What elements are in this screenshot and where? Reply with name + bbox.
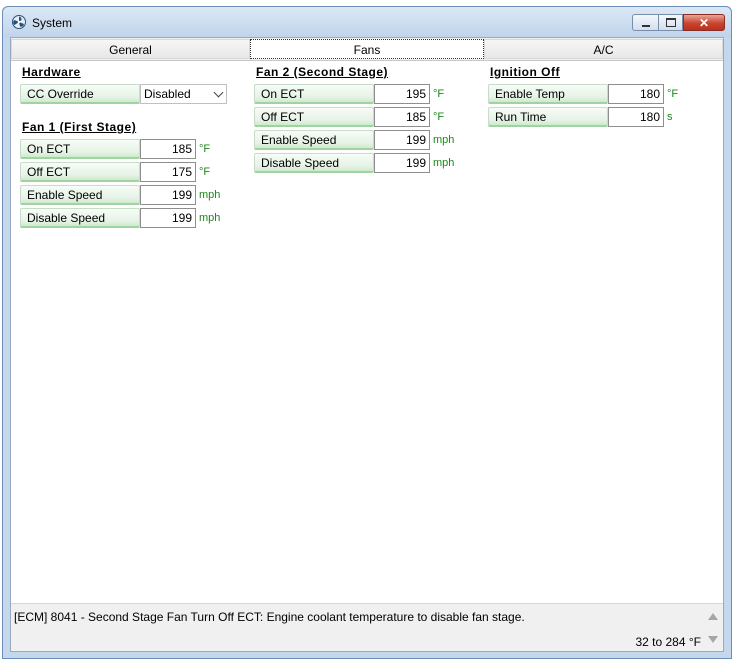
ignition-run-time-unit: s [667, 111, 673, 123]
fan1-enable-speed-unit: mph [199, 189, 221, 201]
ignition-run-time-row: Run Time 180 s [488, 107, 688, 127]
fan2-on-ect-row: On ECT 195 °F [254, 84, 464, 104]
window-title: System [32, 16, 73, 30]
fan1-disable-speed-row: Disable Speed 199 mph [20, 208, 230, 228]
cc-override-value: Disabled [144, 87, 191, 101]
ignition-enable-temp-row: Enable Temp 180 °F [488, 84, 688, 104]
fan1-enable-speed-row: Enable Speed 199 mph [20, 185, 230, 205]
fan2-off-ect-label: Off ECT [254, 107, 374, 127]
fan2-enable-speed-label: Enable Speed [254, 130, 374, 150]
ignition-enable-temp-unit: °F [667, 88, 679, 100]
client-area: General Fans A/C Hardware CC Override Di… [10, 37, 724, 652]
fan1-on-ect-unit: °F [199, 143, 211, 155]
cc-override-row: CC Override Disabled [20, 84, 227, 104]
fan1-off-ect-row: Off ECT 175 °F [20, 162, 230, 182]
fan1-heading: Fan 1 (First Stage) [22, 120, 137, 134]
cc-override-label: CC Override [20, 84, 140, 104]
ignition-run-time-label: Run Time [488, 107, 608, 127]
fan1-off-ect-unit: °F [199, 166, 211, 178]
fan1-disable-speed-input[interactable]: 199 [140, 208, 196, 228]
system-window: System ✕ General Fans A/C Hardware CC Ov… [2, 6, 732, 659]
fan2-off-ect-row: Off ECT 185 °F [254, 107, 464, 127]
fan2-off-ect-input[interactable]: 185 [374, 107, 430, 127]
ignition-off-heading: Ignition Off [490, 65, 560, 79]
minimize-icon [641, 24, 650, 27]
fan1-off-ect-input[interactable]: 175 [140, 162, 196, 182]
fan2-enable-speed-row: Enable Speed 199 mph [254, 130, 464, 150]
parameter-range: 32 to 284 °F [635, 635, 701, 649]
fan2-on-ect-input[interactable]: 195 [374, 84, 430, 104]
chevron-down-icon [213, 87, 224, 98]
description-panel: [ECM] 8041 - Second Stage Fan Turn Off E… [11, 603, 723, 651]
cc-override-dropdown[interactable]: Disabled [140, 84, 227, 104]
fan2-disable-speed-unit: mph [433, 157, 455, 169]
fan1-on-ect-label: On ECT [20, 139, 140, 159]
tab-fans[interactable]: Fans [250, 39, 484, 59]
ignition-run-time-input[interactable]: 180 [608, 107, 664, 127]
close-button[interactable]: ✕ [683, 14, 725, 31]
fan2-on-ect-label: On ECT [254, 84, 374, 104]
fan-icon [12, 15, 26, 29]
parameter-description: [ECM] 8041 - Second Stage Fan Turn Off E… [14, 610, 525, 624]
fan1-off-ect-label: Off ECT [20, 162, 140, 182]
scroll-down-icon[interactable] [708, 636, 718, 643]
fan2-heading: Fan 2 (Second Stage) [256, 65, 389, 79]
fan2-disable-speed-row: Disable Speed 199 mph [254, 153, 464, 173]
scroll-up-icon[interactable] [708, 613, 718, 620]
ignition-enable-temp-input[interactable]: 180 [608, 84, 664, 104]
fan2-disable-speed-label: Disable Speed [254, 153, 374, 173]
fan1-on-ect-row: On ECT 185 °F [20, 139, 230, 159]
minimize-button[interactable] [632, 14, 658, 31]
fan2-enable-speed-input[interactable]: 199 [374, 130, 430, 150]
tab-strip: General Fans A/C [11, 38, 723, 61]
maximize-button[interactable] [658, 14, 683, 31]
fan2-off-ect-unit: °F [433, 111, 445, 123]
tab-ac[interactable]: A/C [484, 39, 723, 59]
tab-general[interactable]: General [11, 39, 250, 59]
fan2-disable-speed-input[interactable]: 199 [374, 153, 430, 173]
fan1-disable-speed-unit: mph [199, 212, 221, 224]
fan2-enable-speed-unit: mph [433, 134, 455, 146]
fan2-on-ect-unit: °F [433, 88, 445, 100]
fan1-enable-speed-label: Enable Speed [20, 185, 140, 205]
fan1-enable-speed-input[interactable]: 199 [140, 185, 196, 205]
hardware-heading: Hardware [22, 65, 81, 79]
maximize-icon [665, 18, 676, 27]
fan1-on-ect-input[interactable]: 185 [140, 139, 196, 159]
fan1-disable-speed-label: Disable Speed [20, 208, 140, 228]
ignition-enable-temp-label: Enable Temp [488, 84, 608, 104]
title-bar[interactable]: System ✕ [3, 7, 731, 37]
close-icon: ✕ [698, 15, 710, 30]
